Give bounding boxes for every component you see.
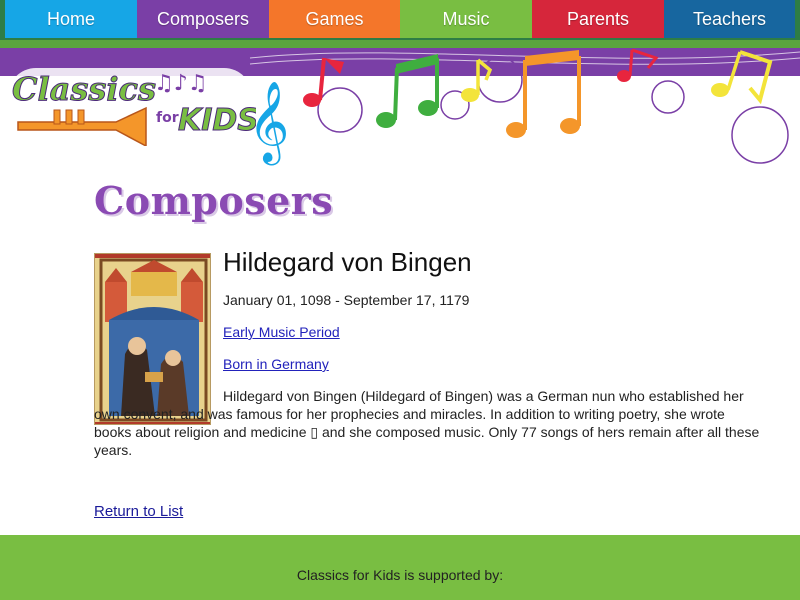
composer-bio: Hildegard von Bingen (Hildegard of Binge… (94, 388, 760, 458)
logo-text-classics: Classics (12, 70, 156, 108)
nav-composers[interactable]: Composers (137, 0, 269, 38)
nav-parents[interactable]: Parents (532, 0, 664, 38)
period-link[interactable]: Early Music Period (223, 324, 340, 340)
return-to-list-link[interactable]: Return to List (94, 503, 183, 520)
nav-music[interactable]: Music (400, 0, 532, 38)
logo-icon: Classics ♫♪♫ for KIDS (8, 68, 259, 148)
page-title: Composers (94, 178, 334, 223)
composer-name: Hildegard von Bingen (223, 247, 472, 277)
logo-text-for: for (156, 110, 179, 126)
nav-games[interactable]: Games (269, 0, 400, 38)
nav-teachers[interactable]: Teachers (664, 0, 795, 38)
footer-supported-by: Classics for Kids is supported by: (296, 567, 504, 583)
logo-text-kids: KIDS (178, 103, 256, 138)
birthplace-link[interactable]: Born in Germany (223, 356, 329, 372)
svg-text:♫♪♫: ♫♪♫ (154, 71, 208, 96)
footer: Classics for Kids is supported by: (0, 535, 800, 600)
nav-home[interactable]: Home (5, 0, 137, 38)
composer-dates: January 01, 1098 - September 17, 1179 (223, 292, 470, 308)
classics-for-kids-logo[interactable]: Classics ♫♪♫ for KIDS (6, 64, 259, 148)
top-nav: Home Composers Games Music Parents Teach… (0, 0, 800, 40)
